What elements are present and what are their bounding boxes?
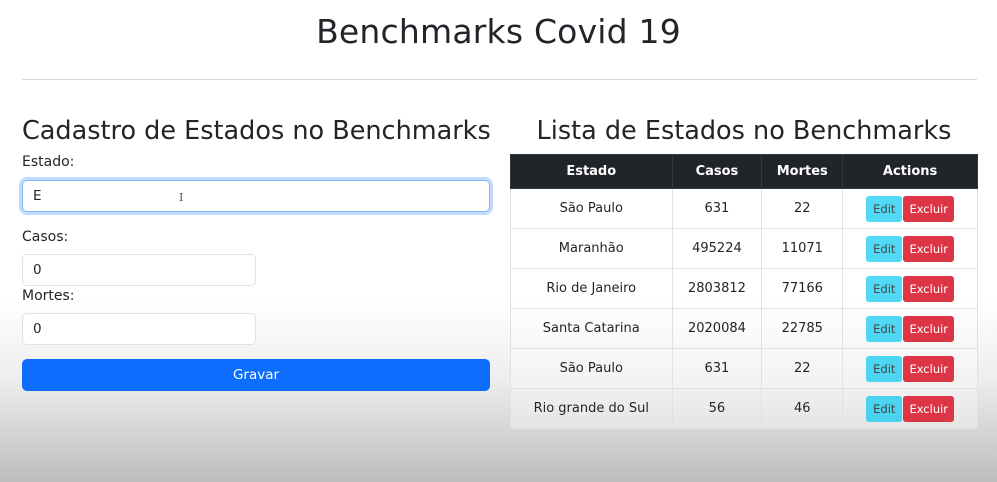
table-row: Maranhão 495224 11071 Edit Excluir: [510, 228, 978, 269]
list-panel: Lista de Estados no Benchmarks Estado Ca…: [510, 112, 978, 429]
mortes-label: Mortes:: [22, 288, 75, 304]
cell-casos: 495224: [671, 228, 763, 269]
cell-actions: Edit Excluir: [842, 388, 978, 429]
cell-casos: 631: [671, 348, 763, 389]
estado-label: Estado:: [22, 154, 75, 170]
excluir-button[interactable]: Excluir: [903, 395, 955, 422]
estados-table: Estado Casos Mortes Actions São Paulo 63…: [510, 154, 978, 429]
table-row: Rio de Janeiro 2803812 77166 Edit Excluir: [510, 268, 978, 309]
mortes-input[interactable]: 0: [22, 313, 256, 345]
edit-button[interactable]: Edit: [866, 395, 903, 422]
cell-casos: 56: [671, 388, 763, 429]
column-header-actions: Actions: [842, 154, 978, 189]
table-row: São Paulo 631 22 Edit Excluir: [510, 348, 978, 389]
excluir-button[interactable]: Excluir: [903, 235, 955, 262]
cell-estado: Rio de Janeiro: [510, 268, 673, 309]
title-divider: [22, 79, 977, 80]
cell-mortes: 46: [761, 388, 844, 429]
cell-estado: Santa Catarina: [510, 308, 673, 349]
column-header-mortes: Mortes: [761, 154, 844, 189]
edit-button[interactable]: Edit: [866, 275, 903, 302]
estado-input-value: E: [33, 188, 42, 204]
excluir-button[interactable]: Excluir: [903, 195, 955, 222]
table-header-row: Estado Casos Mortes Actions: [510, 154, 978, 189]
cell-casos: 631: [671, 188, 763, 229]
cell-actions: Edit Excluir: [842, 308, 978, 349]
edit-button[interactable]: Edit: [866, 315, 903, 342]
cell-estado: São Paulo: [510, 188, 673, 229]
excluir-button[interactable]: Excluir: [903, 275, 955, 302]
cell-estado: Maranhão: [510, 228, 673, 269]
excluir-button[interactable]: Excluir: [903, 315, 955, 342]
casos-input[interactable]: 0: [22, 254, 256, 286]
estado-input[interactable]: E I: [22, 180, 490, 212]
column-header-estado: Estado: [510, 154, 673, 189]
cell-mortes: 22: [761, 188, 844, 229]
cell-actions: Edit Excluir: [842, 268, 978, 309]
casos-label: Casos:: [22, 229, 69, 245]
excluir-button[interactable]: Excluir: [903, 355, 955, 382]
edit-button[interactable]: Edit: [866, 235, 903, 262]
cell-mortes: 22785: [761, 308, 844, 349]
cell-estado: Rio grande do Sul: [510, 388, 673, 429]
cell-mortes: 77166: [761, 268, 844, 309]
gravar-button[interactable]: Gravar: [22, 359, 490, 391]
edit-button[interactable]: Edit: [866, 355, 903, 382]
casos-input-value: 0: [33, 262, 42, 278]
cell-actions: Edit Excluir: [842, 228, 978, 269]
cell-actions: Edit Excluir: [842, 188, 978, 229]
cell-actions: Edit Excluir: [842, 348, 978, 389]
cell-mortes: 22: [761, 348, 844, 389]
text-cursor-icon: I: [179, 191, 184, 204]
table-row: Santa Catarina 2020084 22785 Edit Excluir: [510, 308, 978, 349]
column-header-casos: Casos: [671, 154, 763, 189]
cell-casos: 2020084: [671, 308, 763, 349]
list-heading: Lista de Estados no Benchmarks: [536, 116, 952, 146]
cell-casos: 2803812: [671, 268, 763, 309]
table-row: Rio grande do Sul 56 46 Edit Excluir: [510, 388, 978, 429]
edit-button[interactable]: Edit: [866, 195, 903, 222]
cell-mortes: 11071: [761, 228, 844, 269]
mortes-input-value: 0: [33, 321, 42, 337]
form-panel: Cadastro de Estados no Benchmarks Estado…: [22, 112, 491, 391]
cell-estado: São Paulo: [510, 348, 673, 389]
form-heading: Cadastro de Estados no Benchmarks: [22, 116, 491, 146]
table-row: São Paulo 631 22 Edit Excluir: [510, 188, 978, 229]
app-title: Benchmarks Covid 19: [316, 12, 681, 51]
